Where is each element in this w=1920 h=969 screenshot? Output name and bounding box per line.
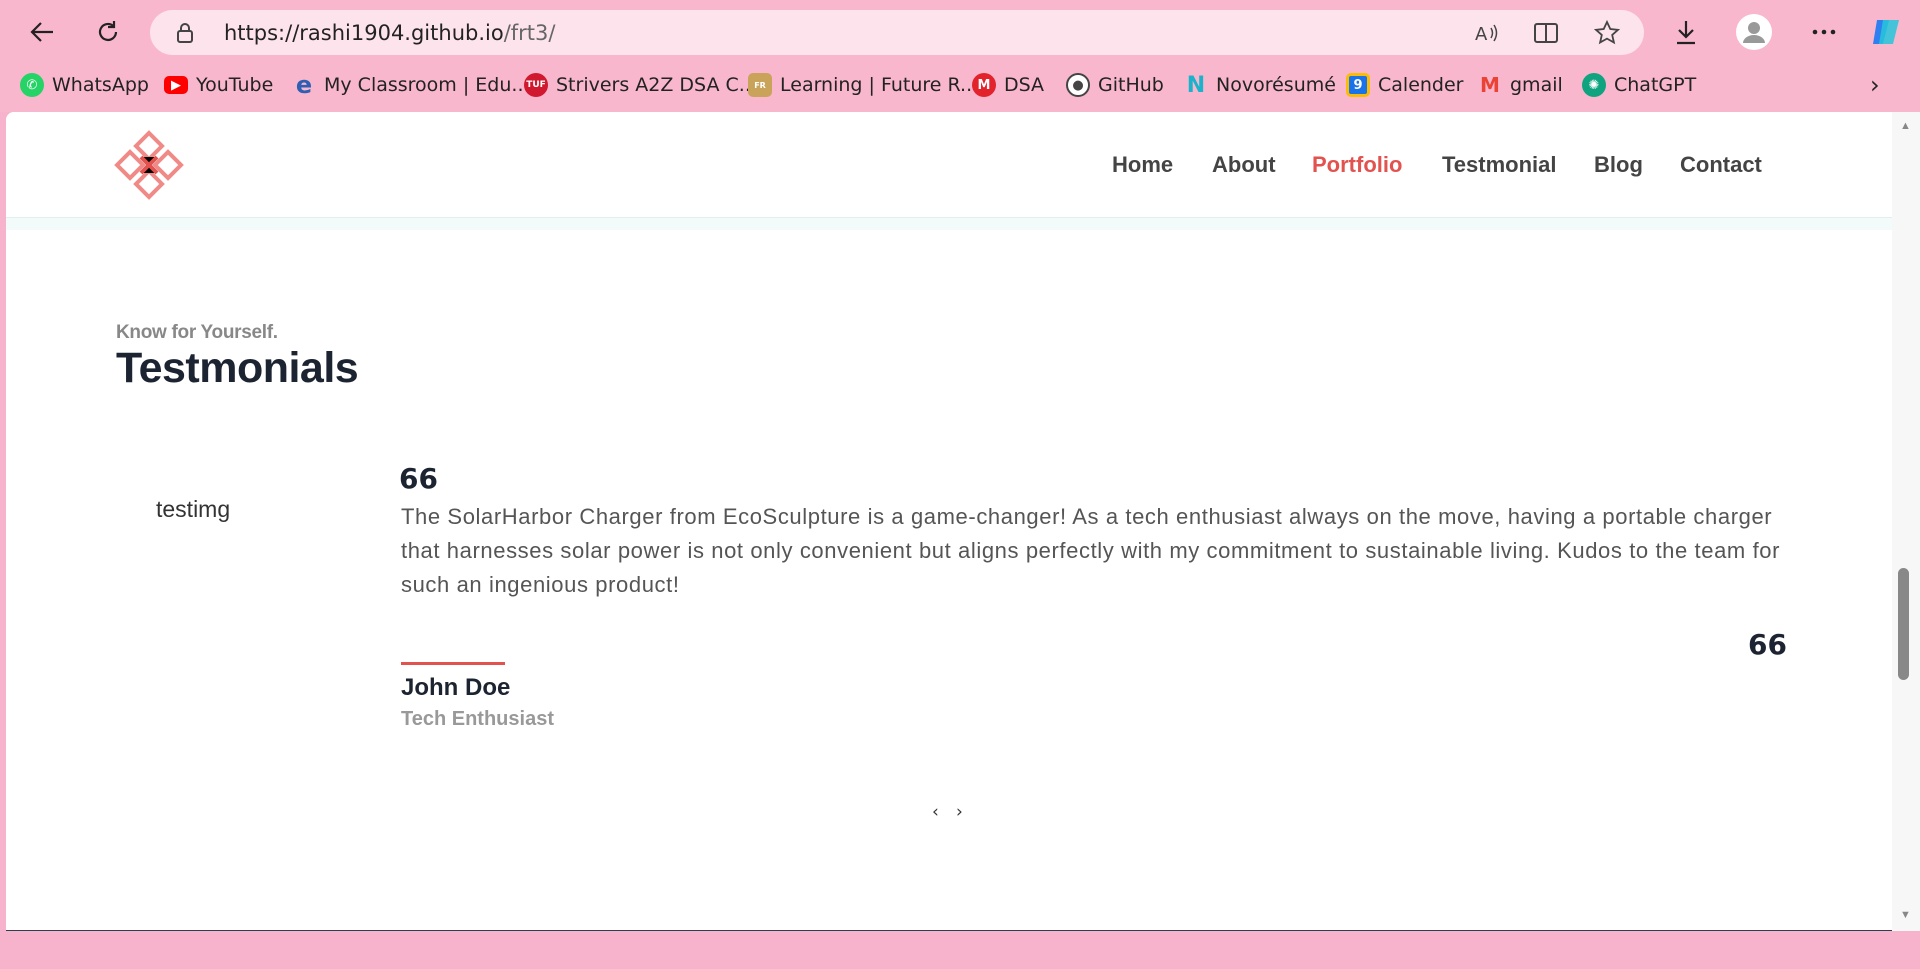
section-kicker: Know for Yourself. <box>116 322 278 343</box>
bookmarks-bar: ✆ WhatsApp ▶ YouTube e My Classroom | Edu..… <box>0 68 1920 102</box>
bookmark-chatgpt[interactable]: ✺ ChatGPT <box>1582 68 1696 102</box>
svg-text:A: A <box>1475 24 1488 44</box>
nav-blog[interactable]: Blog <box>1594 152 1643 178</box>
reload-icon <box>98 21 118 41</box>
classroom-icon: e <box>295 71 313 99</box>
slider-prev-button[interactable]: ‹ <box>932 802 939 822</box>
page-viewport: Home About Portfolio Testmonial Blog Con… <box>6 112 1892 931</box>
header-divider-strip <box>6 218 1892 230</box>
url-text: https://rashi1904.github.io/frt3/ <box>224 21 555 45</box>
bookmark-learning[interactable]: FR Learning | Future R... <box>748 68 978 102</box>
testimonial-text: The SolarHarbor Charger from EcoSculptur… <box>401 504 1781 597</box>
bookmark-label: gmail <box>1510 74 1563 96</box>
testimonial-role: Tech Enthusiast <box>401 708 554 730</box>
bookmark-whatsapp[interactable]: ✆ WhatsApp <box>20 68 149 102</box>
bookmark-label: ChatGPT <box>1614 74 1697 96</box>
author-divider <box>401 662 505 665</box>
back-arrow-icon <box>30 22 53 42</box>
bookmark-label: DSA <box>1004 74 1045 96</box>
browser-toolbar: https://rashi1904.github.io/frt3/ A ✆ Wha… <box>0 0 1920 112</box>
downloads-icon[interactable] <box>1666 12 1706 52</box>
learning-icon: FR <box>748 73 772 97</box>
url-path: /frt3/ <box>503 21 556 45</box>
bookmark-calendar[interactable]: 9 Calender <box>1346 68 1463 102</box>
scroll-down-icon[interactable]: ▼ <box>1900 909 1912 921</box>
striver-icon: TUF <box>524 73 548 97</box>
chatgpt-icon: ✺ <box>1582 73 1606 97</box>
nav-testmonial[interactable]: Testmonial <box>1442 152 1557 178</box>
quote-open-icon: 66 <box>399 462 438 495</box>
chevron-right-icon: › <box>1870 71 1880 99</box>
bookmark-github[interactable]: ● GitHub <box>1066 68 1164 102</box>
novoresume-icon: N <box>1186 72 1206 98</box>
nav-about[interactable]: About <box>1212 152 1276 178</box>
youtube-icon: ▶ <box>164 76 188 94</box>
nav-home[interactable]: Home <box>1112 152 1173 178</box>
copilot-icon[interactable] <box>1866 12 1906 52</box>
scroll-up-icon[interactable]: ▲ <box>1900 120 1912 132</box>
site-header: Home About Portfolio Testmonial Blog Con… <box>6 112 1892 218</box>
bookmark-strivers[interactable]: TUF Strivers A2Z DSA C... <box>524 68 757 102</box>
bookmark-label: Calender <box>1378 74 1464 96</box>
bookmark-label: Strivers A2Z DSA C... <box>556 74 757 96</box>
profile-avatar-icon[interactable] <box>1734 12 1774 52</box>
testimonial-image-broken: testimg <box>156 496 231 522</box>
lock-icon <box>176 22 194 49</box>
back-button[interactable] <box>22 12 62 52</box>
bookmark-youtube[interactable]: ▶ YouTube <box>164 68 273 102</box>
favorite-star-icon[interactable] <box>1594 20 1620 46</box>
bookmark-classroom[interactable]: e My Classroom | Edu... <box>292 68 530 102</box>
read-aloud-icon[interactable]: A <box>1474 20 1500 46</box>
gmail-icon: M <box>1480 73 1500 97</box>
site-logo[interactable] <box>114 130 184 200</box>
url-host: https://rashi1904.github.io <box>224 21 504 45</box>
immersive-reader-icon[interactable] <box>1534 20 1560 46</box>
section-title: Testmonials <box>116 344 359 392</box>
bookmark-gmail[interactable]: Mgmail <box>1478 68 1563 102</box>
address-bar[interactable]: https://rashi1904.github.io/frt3/ A <box>150 10 1644 55</box>
nav-portfolio[interactable]: Portfolio <box>1312 152 1402 178</box>
nav-contact[interactable]: Contact <box>1680 152 1762 178</box>
github-icon: ● <box>1066 73 1090 97</box>
bookmark-label: GitHub <box>1098 74 1164 96</box>
bookmark-label: WhatsApp <box>52 74 149 96</box>
whatsapp-icon: ✆ <box>20 73 44 97</box>
bookmarks-overflow-button[interactable]: › <box>1870 68 1880 102</box>
bookmark-label: My Classroom | Edu... <box>324 74 530 96</box>
page-scrollbar[interactable]: ▲ ▼ <box>1892 112 1920 931</box>
bookmark-label: Learning | Future R... <box>780 74 979 96</box>
dsa-icon: M <box>972 73 996 97</box>
calendar-icon: 9 <box>1346 73 1370 97</box>
testimonial-author: John Doe <box>401 674 511 701</box>
reload-button[interactable] <box>88 12 128 52</box>
bookmark-label: Novorésumé <box>1216 74 1336 96</box>
bookmark-novoresume[interactable]: N Novorésumé <box>1184 68 1336 102</box>
footer-band <box>6 930 1892 931</box>
bookmark-label: YouTube <box>196 74 274 96</box>
quote-close-icon: 66 <box>1748 628 1787 661</box>
bookmark-dsa[interactable]: M DSA <box>972 68 1044 102</box>
slider-next-button[interactable]: › <box>956 802 963 822</box>
more-options-icon[interactable] <box>1804 12 1844 52</box>
scrollbar-thumb[interactable] <box>1898 568 1909 680</box>
